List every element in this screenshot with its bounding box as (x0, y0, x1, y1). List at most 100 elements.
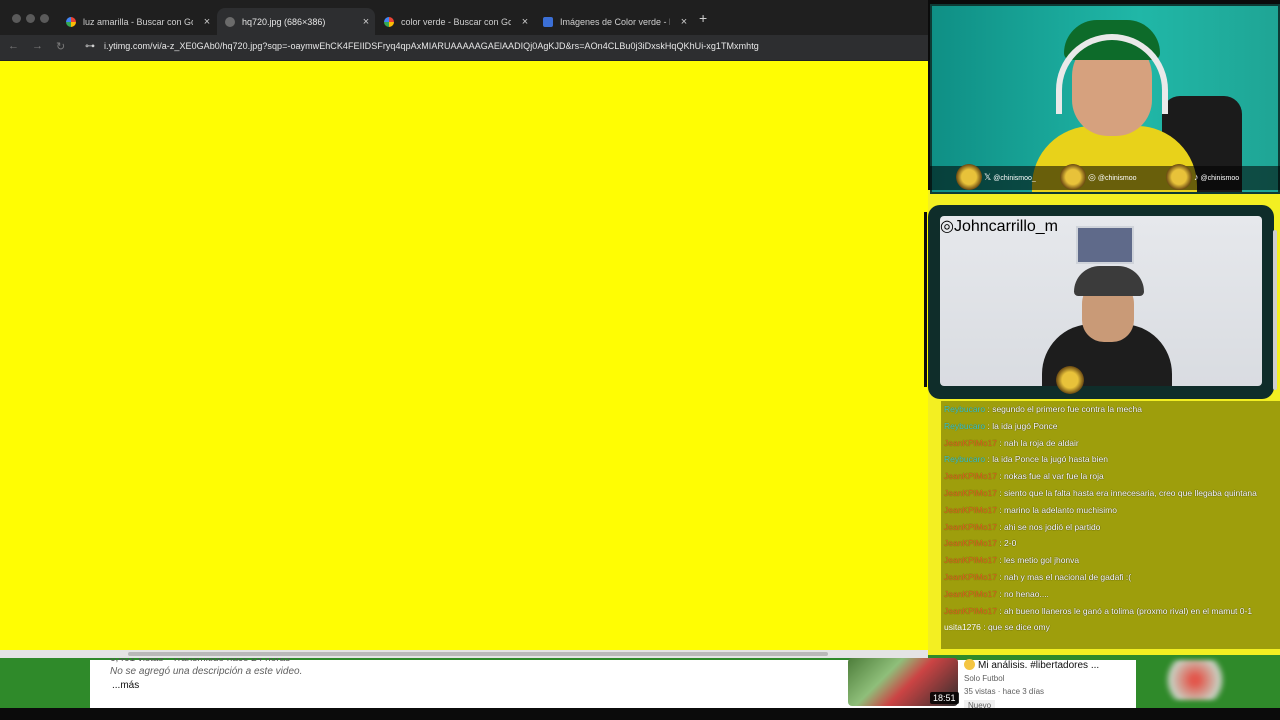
chat-text: la ida jugó Ponce (992, 420, 1058, 431)
guest-cap (1074, 266, 1144, 296)
tab-title: Imágenes de Color verde - Di (560, 16, 670, 27)
tab-color-verde[interactable]: color verde - Buscar con Goo × (376, 8, 531, 35)
chat-message: JeanKPiMo17 : nah y mas el nacional de g… (941, 569, 1280, 586)
social-handle: @chinismoo (1200, 175, 1240, 182)
chat-message: JeanKPiMo17 : les metio gol jhonva (941, 552, 1280, 569)
chat-separator: : (996, 571, 1005, 582)
chat-separator: : (996, 504, 1005, 515)
chat-message: JeanKPiMo17 : ah bueno llaneros le ganó … (941, 603, 1280, 620)
jaguar-logo-icon (1056, 366, 1084, 394)
chat-username[interactable]: JeanKPiMo17 (944, 606, 997, 616)
chat-username[interactable]: JeanKPiMo17 (944, 488, 997, 498)
suggested-video-meta: 35 vistas · hace 3 días (964, 687, 1045, 696)
reload-icon[interactable]: ↻ (56, 40, 65, 53)
screen: 6,461 vistas · Transmitido hace 24 horas… (0, 0, 1280, 720)
close-tab-icon[interactable]: × (519, 16, 531, 28)
emoji-icon (964, 659, 975, 670)
wall-poster (1076, 226, 1134, 264)
chat-text: 2-0 (1004, 538, 1017, 549)
jaguar-logo-icon (1166, 164, 1192, 190)
suggested-video-title[interactable]: Mi análisis. #libertadores ... (964, 659, 1099, 671)
chat-username[interactable]: JeanKPiMo17 (944, 555, 997, 565)
show-more-link[interactable]: ...más (112, 680, 139, 691)
tab-hq720[interactable]: hq720.jpg (686×386) × (217, 8, 375, 35)
chat-separator: : (996, 521, 1005, 532)
site-info-icon[interactable]: ⊶ (85, 41, 95, 52)
suggested-video-title-text: Mi análisis. #libertadores ... (978, 660, 1100, 671)
window-maximize-dot[interactable] (40, 14, 49, 23)
chat-username[interactable]: JeanKPiMo17 (944, 522, 997, 532)
chat-text: ah bueno llaneros le ganó a tolima (prox… (1004, 605, 1253, 616)
back-arrow-icon[interactable]: ← (8, 40, 19, 52)
address-bar[interactable]: i.ytimg.com/vi/a-z_XE0GAb0/hq720.jpg?sqp… (104, 41, 759, 51)
guest-handle: ◎Johncarrillo_m (940, 216, 1058, 236)
google-icon (66, 16, 76, 27)
chat-username[interactable]: JeanKPiMo17 (944, 438, 997, 448)
chat-username[interactable]: JeanKPiMo17 (944, 538, 997, 548)
chat-text: ahi se nos jodió el partido (1004, 521, 1101, 532)
chat-separator: : (996, 555, 1005, 566)
chat-text: siento que la falta hasta era innecesari… (1004, 487, 1257, 498)
social-x: 𝕏 @chinismoo_ (984, 172, 1036, 183)
chat-username[interactable]: Reybucaro (944, 454, 985, 464)
chat-message: Reybucaro : la ida Ponce la jugó hasta b… (941, 451, 1280, 468)
video-description: No se agregó una descripción a este vide… (110, 666, 303, 677)
blank-page-icon (225, 16, 235, 27)
chat-text: segundo el primero fue contra la mecha (992, 404, 1142, 414)
chat-username[interactable]: Reybucaro (944, 421, 985, 431)
chat-text: no henao.... (1004, 588, 1049, 599)
social-handle: @chinismoo_ (993, 175, 1036, 182)
window-minimize-dot[interactable] (26, 14, 35, 23)
tab-title: hq720.jpg (686×386) (242, 16, 326, 27)
chat-message: JeanKPiMo17 : siento que la falta hasta … (941, 485, 1280, 502)
close-tab-icon[interactable]: × (360, 16, 372, 28)
chat-text: nah la roja de aldair (1004, 437, 1079, 448)
guest-handle-text: Johncarrillo_m (953, 218, 1059, 235)
guest-webcam (940, 216, 1262, 386)
page-scrollbar[interactable] (1273, 230, 1277, 390)
image-viewport (0, 61, 928, 650)
social-instagram: ◎ @chinismoo (1088, 172, 1136, 183)
scrollbar-thumb[interactable] (128, 652, 828, 656)
chat-username[interactable]: Reybucaro (944, 404, 985, 414)
chat-username[interactable]: JeanKPiMo17 (944, 505, 997, 515)
chat-separator: : (996, 487, 1005, 498)
chat-separator: : (996, 605, 1005, 616)
forward-arrow-icon[interactable]: → (32, 40, 43, 52)
window-close-dot[interactable] (12, 14, 21, 23)
suggested-video-channel[interactable]: Solo Futbol (964, 674, 1004, 683)
x-logo-icon: 𝕏 (984, 172, 992, 182)
chat-message: usita1276 : que se dice omy (941, 619, 1280, 636)
instagram-icon: ◎ (1088, 172, 1096, 182)
tiktok-icon: ♪ (1194, 172, 1199, 182)
tab-luz-amarilla[interactable]: luz amarilla - Buscar con Goo × (58, 8, 213, 35)
live-chat: Reybucaro : segundo el primero fue contr… (941, 401, 1280, 649)
tab-imagenes-color-verde[interactable]: Imágenes de Color verde - Di × (535, 8, 690, 35)
chat-username[interactable]: usita1276 (944, 622, 981, 632)
chat-text: les metio gol jhonva (1004, 555, 1080, 566)
browser-toolbar: ← → ↻ ⊶ i.ytimg.com/vi/a-z_XE0GAb0/hq720… (0, 35, 928, 60)
chat-message: JeanKPiMo17 : nokas fue al var fue la ro… (941, 468, 1280, 485)
horizontal-scrollbar[interactable] (0, 650, 928, 658)
chat-separator: : (996, 588, 1005, 599)
chat-text: la ida Ponce la jugó hasta bien (992, 454, 1108, 465)
chat-message: JeanKPiMo17 : 2-0 (941, 535, 1280, 552)
chat-username[interactable]: JeanKPiMo17 (944, 572, 997, 582)
chat-message: Reybucaro : la ida jugó Ponce (941, 418, 1280, 435)
overlay-divider (924, 212, 927, 387)
jaguar-logo-icon (1060, 164, 1086, 190)
chat-username[interactable]: JeanKPiMo17 (944, 471, 997, 481)
tab-title: color verde - Buscar con Goo (401, 16, 511, 27)
tab-title: luz amarilla - Buscar con Goo (83, 16, 193, 27)
social-handle: @chinismoo (1097, 175, 1137, 182)
close-tab-icon[interactable]: × (678, 16, 690, 28)
chat-message: JeanKPiMo17 : ahi se nos jodió el partid… (941, 519, 1280, 536)
bottom-black-bar (0, 708, 1280, 720)
chat-username[interactable]: JeanKPiMo17 (944, 589, 997, 599)
chat-separator: : (996, 538, 1005, 549)
chat-separator: : (996, 437, 1005, 448)
google-icon (384, 16, 394, 27)
close-tab-icon[interactable]: × (201, 16, 213, 28)
new-tab-button[interactable]: + (699, 10, 707, 26)
chat-message: JeanKPiMo17 : marino la adelanto muchisi… (941, 502, 1280, 519)
